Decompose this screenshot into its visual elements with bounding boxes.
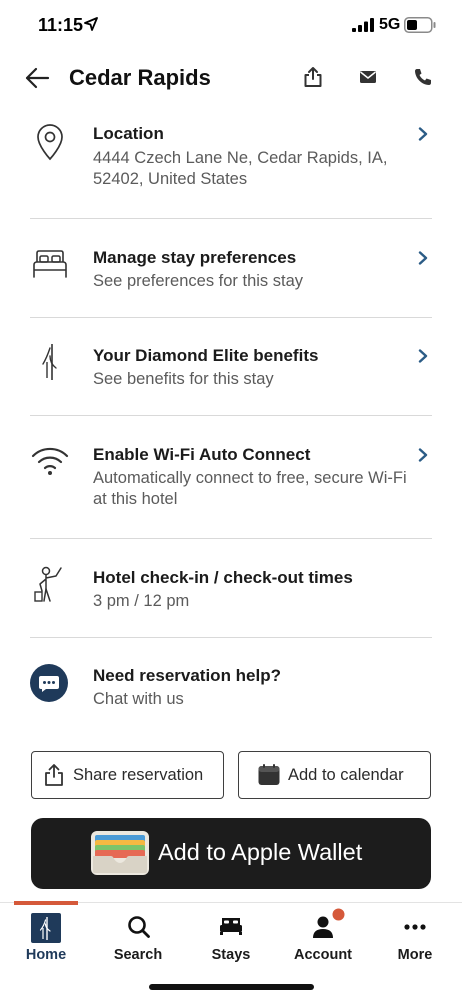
add-to-calendar-button[interactable]: Add to calendar <box>238 751 431 799</box>
tab-home[interactable]: Home <box>0 911 92 967</box>
home-icon <box>31 913 61 943</box>
active-tab-indicator <box>14 901 78 905</box>
row-subtitle: Chat with us <box>93 690 184 708</box>
add-to-calendar-label: Add to calendar <box>288 766 404 784</box>
tab-label: Stays <box>211 947 251 963</box>
tab-account[interactable]: Account <box>277 908 369 967</box>
chevron-right-icon <box>418 251 428 265</box>
chevron-right-icon <box>418 349 428 363</box>
tab-label: Home <box>25 947 67 963</box>
location-arrow-icon <box>84 17 98 31</box>
signal-icon <box>352 18 374 32</box>
phone-icon[interactable] <box>412 66 434 88</box>
bed-icon <box>33 250 67 278</box>
row-title: Need reservation help? <box>93 666 282 685</box>
share-icon[interactable] <box>302 66 324 88</box>
home-indicator <box>149 984 314 990</box>
divider <box>30 415 432 416</box>
tab-label: Search <box>113 947 163 963</box>
add-to-apple-wallet-label: Add to Apple Wallet <box>158 839 363 865</box>
divider <box>30 538 432 539</box>
email-icon[interactable] <box>357 66 379 88</box>
divider <box>30 317 432 318</box>
tab-label: More <box>397 947 433 963</box>
add-to-apple-wallet-button[interactable]: Add to Apple Wallet <box>31 818 431 889</box>
location-row[interactable]: Location 4444 Czech Lane Ne, Cedar Rapid… <box>0 118 462 218</box>
waldorf-logo-icon <box>42 344 57 380</box>
page-title: Cedar Rapids <box>69 65 211 90</box>
back-arrow-icon[interactable] <box>24 65 50 91</box>
row-title: Your Diamond Elite benefits <box>93 346 319 365</box>
notification-badge <box>332 908 345 921</box>
row-title: Hotel check-in / check-out times <box>93 568 353 587</box>
chevron-right-icon <box>418 127 428 141</box>
header: Cedar Rapids <box>0 56 462 100</box>
diamond-benefits-row[interactable]: Your Diamond Elite benefits See benefits… <box>0 340 462 415</box>
divider <box>30 637 432 638</box>
tab-more[interactable]: More <box>369 911 461 967</box>
row-subtitle: See benefits for this stay <box>93 370 274 388</box>
share-reservation-label: Share reservation <box>73 766 204 784</box>
check-in-times-row: Hotel check-in / check-out times 3 pm / … <box>0 562 462 637</box>
tab-label: Account <box>294 947 352 963</box>
row-title: Enable Wi-Fi Auto Connect <box>93 445 311 464</box>
chat-icon <box>30 664 68 702</box>
row-subtitle: Automatically connect to free, secure Wi… <box>93 469 407 508</box>
share-reservation-button[interactable]: Share reservation <box>31 751 224 799</box>
map-pin-icon <box>37 124 63 161</box>
tab-search[interactable]: Search <box>92 911 184 967</box>
account-icon <box>313 916 333 938</box>
more-icon <box>404 924 426 930</box>
wifi-connect-row[interactable]: Enable Wi-Fi Auto Connect Automatically … <box>0 439 462 538</box>
row-subtitle: See preferences for this stay <box>93 272 304 290</box>
stays-bed-icon <box>220 918 242 935</box>
apple-wallet-icon <box>91 831 149 875</box>
stay-preferences-row[interactable]: Manage stay preferences See preferences … <box>0 242 462 317</box>
row-subtitle: 4444 Czech Lane Ne, Cedar Rapids, IA, 52… <box>93 149 388 188</box>
calendar-icon <box>258 764 280 785</box>
network-label: 5G <box>379 16 401 33</box>
chevron-right-icon <box>418 448 428 462</box>
wifi-icon <box>31 447 69 475</box>
search-icon <box>128 916 150 938</box>
battery-icon <box>404 17 436 33</box>
tab-stays[interactable]: Stays <box>185 911 277 967</box>
row-title: Manage stay preferences <box>93 248 297 267</box>
bellhop-icon <box>34 566 62 602</box>
status-time: 11:15 <box>38 15 84 35</box>
reservation-help-row[interactable]: Need reservation help? Chat with us <box>0 660 462 720</box>
divider <box>30 218 432 219</box>
status-bar: 11:15 5G <box>0 0 462 52</box>
row-title: Location <box>93 124 164 143</box>
share-icon <box>45 764 63 786</box>
row-subtitle: 3 pm / 12 pm <box>93 592 190 610</box>
